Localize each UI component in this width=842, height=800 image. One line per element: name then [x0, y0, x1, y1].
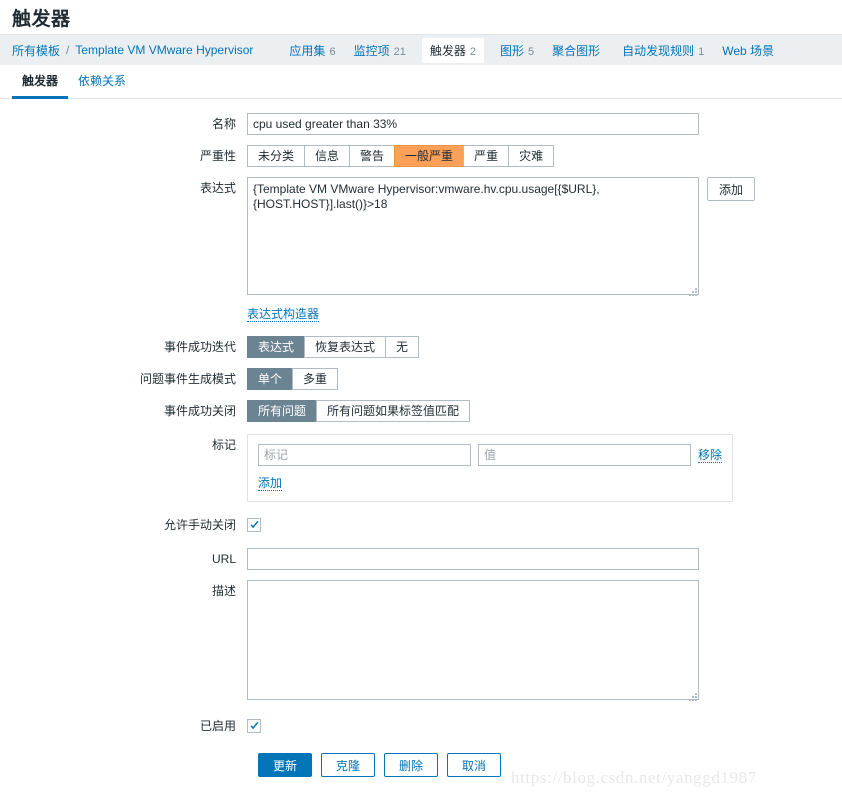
breadcrumb-item-screens-label[interactable]: 聚合图形 [552, 42, 600, 59]
clone-button[interactable]: 克隆 [321, 753, 376, 777]
problem-event-mode-option-multiple[interactable]: 多重 [292, 368, 339, 390]
ok-event-generation-option-recovery-expression[interactable]: 恢复表达式 [304, 336, 386, 358]
severity-button-group: 未分类 信息 警告 一般严重 严重 灾难 [247, 145, 555, 167]
name-input[interactable] [247, 113, 699, 135]
enabled-label: 已启用 [199, 719, 236, 733]
allow-manual-close-checkbox[interactable] [247, 518, 261, 532]
tag-add-link[interactable]: 添加 [258, 476, 283, 491]
page-title: 触发器 [12, 8, 71, 30]
ok-event-closes-option-all-problems[interactable]: 所有问题 [247, 400, 317, 422]
breadcrumb-item-items-count: 21 [393, 45, 406, 58]
tab-bar: 触发器 依赖关系 [0, 65, 842, 99]
problem-event-generation-mode-button-group: 单个 多重 [247, 368, 339, 390]
form-row-severity: 严重性 未分类 信息 警告 一般严重 严重 灾难 [0, 145, 842, 167]
form-row-url: URL [0, 548, 842, 570]
breadcrumb-item-web-scenarios-label[interactable]: Web 场景 [722, 42, 774, 59]
problem-event-generation-mode-label: 问题事件生成模式 [139, 372, 236, 386]
breadcrumb-all-templates[interactable]: 所有模板 [12, 42, 60, 59]
severity-option-high[interactable]: 严重 [463, 145, 509, 167]
breadcrumb-item-screens[interactable]: 聚合图形 [552, 42, 604, 59]
name-label: 名称 [211, 117, 236, 131]
description-label: 描述 [211, 584, 236, 598]
severity-option-warning[interactable]: 警告 [349, 145, 395, 167]
tag-remove-link[interactable]: 移除 [698, 448, 723, 463]
tag-row: 移除 [258, 444, 723, 466]
expression-add-button[interactable]: 添加 [707, 177, 756, 201]
breadcrumb-template-link[interactable]: Template VM VMware Hypervisor [75, 43, 253, 57]
ok-event-closes-button-group: 所有问题 所有问题如果标签值匹配 [247, 400, 471, 422]
form-row-enabled: 已启用 [0, 715, 842, 737]
breadcrumb-item-graphs-count: 5 [527, 45, 535, 58]
expression-constructor-link[interactable]: 表达式构造器 [247, 307, 320, 322]
severity-option-average[interactable]: 一般严重 [394, 145, 464, 167]
breadcrumb-item-items[interactable]: 监控项 21 [354, 42, 406, 59]
breadcrumb-all-templates-link[interactable]: 所有模板 [12, 42, 60, 59]
breadcrumb-item-graphs-label[interactable]: 图形 [500, 42, 524, 59]
page-header: 触发器 [0, 0, 842, 34]
breadcrumb: 所有模板 / Template VM VMware Hypervisor 应用集… [0, 35, 842, 65]
url-input[interactable] [247, 548, 699, 570]
form-row-name: 名称 [0, 113, 842, 135]
form-row-ok-event-closes: 事件成功关闭 所有问题 所有问题如果标签值匹配 [0, 400, 842, 422]
checkmark-icon [250, 722, 259, 730]
form-row-tags: 标记 移除 添加 [0, 434, 842, 502]
breadcrumb-item-triggers-label[interactable]: 触发器 [430, 42, 466, 59]
trigger-form: 名称 严重性 未分类 信息 警告 一般严重 严重 灾难 表达式 [0, 99, 842, 777]
breadcrumb-template-name[interactable]: Template VM VMware Hypervisor [75, 43, 253, 57]
tag-name-input[interactable] [258, 444, 471, 466]
form-row-ok-event-generation: 事件成功迭代 表达式 恢复表达式 无 [0, 336, 842, 358]
breadcrumb-item-triggers[interactable]: 触发器 2 [421, 37, 484, 63]
breadcrumb-separator: / [66, 43, 70, 57]
expression-label: 表达式 [199, 181, 236, 195]
breadcrumb-item-applications-label[interactable]: 应用集 [289, 42, 325, 59]
tags-label: 标记 [211, 438, 236, 452]
problem-event-mode-option-single[interactable]: 单个 [247, 368, 293, 390]
tab-trigger[interactable]: 触发器 [12, 66, 69, 99]
update-button[interactable]: 更新 [258, 753, 313, 777]
allow-manual-close-label: 允许手动关闭 [163, 518, 236, 532]
ok-event-generation-label: 事件成功迭代 [163, 340, 236, 354]
checkmark-icon [250, 521, 259, 529]
expression-textarea[interactable] [247, 177, 699, 295]
form-row-problem-event-generation-mode: 问题事件生成模式 单个 多重 [0, 368, 842, 390]
breadcrumb-item-web-scenarios[interactable]: Web 场景 [722, 42, 778, 59]
breadcrumb-item-applications-count: 6 [329, 45, 336, 58]
ok-event-generation-button-group: 表达式 恢复表达式 无 [247, 336, 420, 358]
ok-event-closes-label: 事件成功关闭 [163, 404, 236, 418]
form-row-allow-manual-close: 允许手动关闭 [0, 514, 842, 536]
ok-event-generation-option-expression[interactable]: 表达式 [247, 336, 305, 358]
ok-event-generation-option-none[interactable]: 无 [385, 336, 420, 358]
form-row-expression: 表达式 添加 表达式构造器 [0, 177, 842, 322]
breadcrumb-item-applications[interactable]: 应用集 6 [289, 42, 335, 59]
breadcrumb-object-group: 应用集 6 监控项 21 触发器 2 图形 5 聚合图形 自动发现规则 1 We… [289, 37, 796, 63]
tags-add-row: 添加 [258, 476, 722, 491]
enabled-checkbox[interactable] [247, 719, 261, 733]
severity-label: 严重性 [199, 149, 236, 163]
url-label: URL [211, 552, 236, 566]
severity-option-not-classified[interactable]: 未分类 [247, 145, 305, 167]
tags-container: 移除 添加 [247, 434, 733, 502]
breadcrumb-item-discovery-rules-label[interactable]: 自动发现规则 [622, 42, 694, 59]
tab-dependencies[interactable]: 依赖关系 [68, 66, 136, 98]
breadcrumb-item-discovery-rules-count: 1 [698, 45, 705, 58]
severity-option-disaster[interactable]: 灾难 [508, 145, 555, 167]
watermark: https://blog.csdn.net/yanggd1987 [511, 768, 757, 787]
ok-event-closes-option-tag-match[interactable]: 所有问题如果标签值匹配 [316, 400, 471, 422]
breadcrumb-item-items-label[interactable]: 监控项 [354, 42, 390, 59]
breadcrumb-item-discovery-rules[interactable]: 自动发现规则 1 [622, 42, 704, 59]
cancel-button[interactable]: 取消 [447, 753, 502, 777]
severity-option-information[interactable]: 信息 [304, 145, 350, 167]
form-row-description: 描述 [0, 580, 842, 703]
tag-value-input[interactable] [478, 444, 691, 466]
breadcrumb-item-triggers-count: 2 [469, 45, 476, 58]
delete-button[interactable]: 删除 [384, 753, 439, 777]
breadcrumb-item-graphs[interactable]: 图形 5 [500, 42, 534, 59]
description-textarea[interactable] [247, 580, 699, 700]
